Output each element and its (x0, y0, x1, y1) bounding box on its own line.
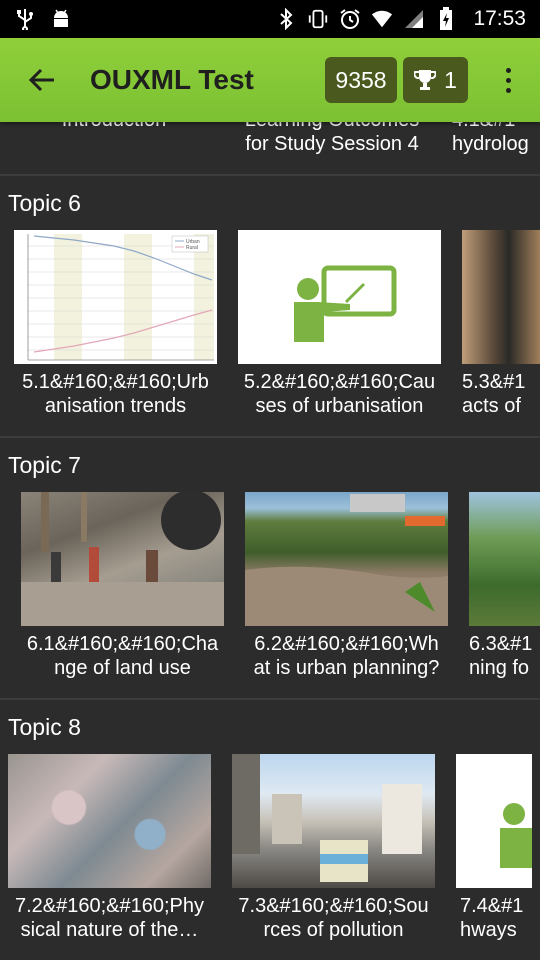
topic-section: Topic 8 7.2&#160;&#160;Phy sical nature … (0, 700, 540, 960)
app-title: OUXML Test (90, 64, 254, 95)
dot (505, 67, 511, 73)
card-thumbnail (21, 492, 224, 626)
vibrate-icon (307, 8, 329, 30)
overflow-menu-button[interactable] (490, 58, 526, 102)
status-bar: 17:53 (0, 0, 540, 38)
card-caption: 5.3&#1 acts of (462, 371, 526, 417)
card-thumbnail (462, 230, 540, 364)
card-thumbnail (245, 492, 448, 626)
usb-icon (14, 8, 36, 30)
app-bar: OUXML Test 9358 1 (0, 38, 540, 122)
android-icon (50, 8, 72, 30)
back-arrow-icon (28, 68, 54, 92)
card-caption: 6.3&#1 ning fo (469, 633, 533, 679)
battery-charging-icon (435, 7, 457, 30)
card-caption: 7.3&#160;&#160;Sou rces of pollution (238, 895, 429, 941)
topic-title: Topic 8 (8, 714, 81, 740)
card-thumbnail (232, 754, 435, 888)
chart-legend-rural: Rural (186, 245, 198, 251)
dot (505, 87, 511, 93)
topic-title: Topic 6 (8, 190, 81, 216)
card-caption: 5.2&#160;&#160;Cau ses of urbanisation (243, 371, 436, 417)
card-caption: 6.1&#160;&#160;Cha nge of land use (26, 633, 219, 679)
urbanisation-chart-image: Urban Rural (27, 234, 214, 361)
card-caption[interactable]: Learning Outcomes for Study Session 4 (232, 122, 432, 156)
card-caption: 6.2&#160;&#160;Wh at is urban planning? (253, 633, 440, 679)
topic-section: Topic 6 Urban Rural 5.1&#160;&#160;Urb a… (0, 176, 540, 438)
card-caption[interactable]: 4.1&#1 hydrolog (452, 122, 540, 156)
cell-signal-icon (403, 8, 425, 30)
card-caption: 5.1&#160;&#160;Urb anisation trends (22, 371, 209, 417)
trophy-icon (414, 70, 437, 90)
street-photo (232, 754, 422, 882)
card-thumbnail (469, 492, 540, 626)
card-caption: 7.4&#1 hways (460, 895, 524, 941)
teacher-icon (500, 803, 532, 868)
card-caption: 7.2&#160;&#160;Phy sical nature of the… (14, 895, 205, 941)
topic-list[interactable]: Introduction Learning Outcomes for Study… (0, 122, 540, 960)
teacher-icon (294, 265, 397, 342)
card-caption[interactable]: Introduction (14, 122, 214, 132)
topic-title: Topic 7 (8, 452, 81, 478)
dot (505, 77, 511, 83)
alarm-icon (339, 8, 361, 30)
trophy-badge[interactable]: 1 (403, 57, 468, 103)
back-button[interactable] (10, 38, 74, 122)
construction-photo (21, 492, 224, 626)
trophy-count: 1 (444, 66, 457, 93)
card-thumbnail (456, 754, 532, 888)
previous-topic-row: Introduction Learning Outcomes for Study… (0, 122, 540, 176)
wifi-icon (371, 8, 393, 30)
clock: 17:53 (473, 7, 526, 30)
points-badge[interactable]: 9358 (325, 57, 397, 103)
river-photo (245, 494, 448, 626)
topic-section: Topic 7 6.1&#160;&#160;Cha nge of land u… (0, 438, 540, 700)
card-thumbnail (8, 754, 211, 888)
card-thumbnail (238, 230, 441, 364)
card-thumbnail: Urban Rural (14, 230, 217, 364)
bluetooth-icon (275, 8, 297, 30)
